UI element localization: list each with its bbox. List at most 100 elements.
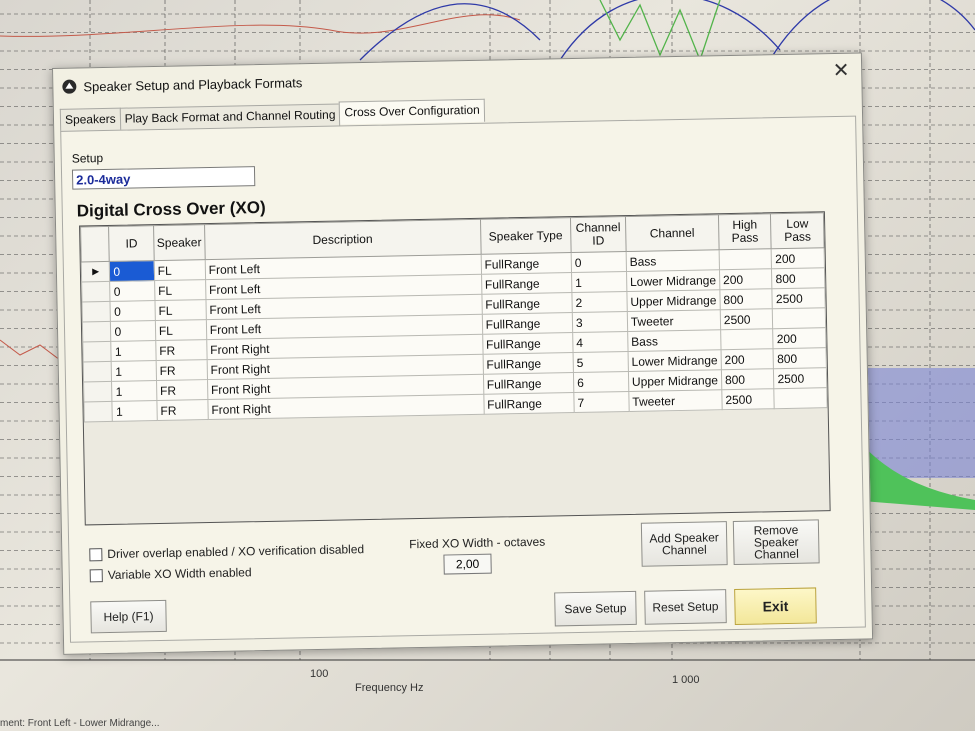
cell-channel-id[interactable]: 2	[571, 291, 628, 313]
cell-speaker-type[interactable]: FullRange	[480, 252, 572, 275]
setup-label: Setup	[71, 151, 104, 166]
cell-speaker[interactable]: FR	[156, 379, 208, 401]
cell-channel[interactable]: Upper Midrange	[626, 289, 721, 312]
cross-over-panel: Setup 2.0-4way Digital Cross Over (XO) I…	[60, 115, 866, 643]
cell-id[interactable]: 1	[111, 360, 157, 382]
cell-speaker-type[interactable]: FullRange	[483, 372, 574, 395]
cell-channel[interactable]: Lower Midrange	[626, 269, 720, 292]
row-header[interactable]	[83, 401, 113, 422]
cell-low-pass[interactable]	[774, 387, 828, 409]
cell-speaker-type[interactable]: FullRange	[483, 392, 575, 415]
cell-channel[interactable]: Upper Midrange	[628, 369, 722, 392]
cell-speaker[interactable]: FL	[154, 299, 207, 321]
cell-channel-id[interactable]: 6	[573, 371, 629, 393]
cell-id[interactable]: 1	[112, 380, 157, 402]
cell-id[interactable]: 0	[109, 260, 155, 282]
row-header[interactable]	[81, 281, 111, 302]
cell-description[interactable]: Front Right	[207, 394, 484, 420]
cell-low-pass[interactable]: 2500	[773, 367, 827, 389]
help-button[interactable]: Help (F1)	[90, 599, 167, 634]
cell-low-pass[interactable]	[772, 307, 826, 329]
cell-channel[interactable]: Tweeter	[628, 389, 723, 412]
cell-channel-id[interactable]: 5	[573, 351, 629, 373]
col-header-channel[interactable]: Channel	[625, 214, 719, 252]
cell-speaker-type[interactable]: FullRange	[482, 332, 574, 355]
cell-high-pass[interactable]: 200	[720, 348, 774, 370]
overlap-checkbox-label: Driver overlap enabled / XO verification…	[107, 542, 365, 562]
cell-speaker[interactable]: FL	[155, 319, 207, 341]
tab-speakers[interactable]: Speakers	[59, 107, 121, 132]
x-axis-label: Frequency Hz	[355, 682, 424, 694]
save-setup-button[interactable]: Save Setup	[554, 590, 637, 627]
cell-speaker-type[interactable]: FullRange	[481, 272, 572, 295]
cell-low-pass[interactable]: 200	[771, 247, 825, 269]
setup-field[interactable]: 2.0-4way	[71, 166, 256, 190]
cell-channel-id[interactable]: 1	[571, 271, 627, 293]
cell-high-pass[interactable]: 2500	[720, 308, 774, 330]
add-speaker-channel-button[interactable]: Add Speaker Channel	[640, 521, 728, 567]
overlap-checkbox-row[interactable]: Driver overlap enabled / XO verification…	[89, 542, 364, 561]
variable-xo-checkbox[interactable]	[89, 568, 103, 582]
current-row-indicator[interactable]: ▶	[81, 261, 111, 282]
section-title: Digital Cross Over (XO)	[76, 197, 266, 221]
row-header[interactable]	[82, 341, 112, 362]
row-header[interactable]	[83, 381, 113, 402]
close-icon[interactable]: ✕	[829, 58, 853, 83]
row-header[interactable]	[83, 361, 113, 382]
cell-id[interactable]: 0	[110, 280, 155, 302]
cell-speaker[interactable]: FL	[154, 259, 206, 281]
col-header-low-pass[interactable]: Low Pass	[770, 212, 825, 249]
x-tick-100: 100	[310, 668, 329, 680]
row-header-corner	[80, 226, 110, 262]
cell-id[interactable]: 0	[110, 320, 156, 342]
col-header-high-pass[interactable]: High Pass	[718, 213, 772, 250]
dialog-title: Speaker Setup and Playback Formats	[83, 74, 303, 94]
app-logo-icon	[62, 79, 77, 94]
variable-xo-checkbox-row[interactable]: Variable XO Width enabled	[89, 565, 252, 582]
col-header-speaker[interactable]: Speaker	[153, 224, 205, 261]
row-header[interactable]	[81, 301, 111, 322]
cell-id[interactable]: 0	[110, 300, 156, 322]
x-tick-1000: 1 000	[672, 674, 700, 686]
cell-speaker-type[interactable]: FullRange	[481, 312, 573, 335]
cell-speaker[interactable]: FR	[155, 359, 208, 381]
cell-speaker[interactable]: FL	[154, 279, 206, 301]
reset-setup-button[interactable]: Reset Setup	[644, 589, 727, 625]
cell-high-pass[interactable]: 800	[721, 368, 775, 390]
cell-channel-id[interactable]: 7	[573, 391, 630, 413]
cell-high-pass[interactable]: 800	[719, 288, 773, 310]
col-header-description[interactable]: Description	[204, 219, 481, 260]
cell-high-pass[interactable]: 200	[719, 268, 773, 290]
cell-id[interactable]: 1	[112, 400, 158, 422]
cell-channel-id[interactable]: 3	[572, 311, 628, 333]
crossover-table: ID Speaker Description Speaker Type Chan…	[79, 211, 831, 526]
remove-speaker-channel-button[interactable]: Remove Speaker Channel	[732, 519, 820, 566]
row-header[interactable]	[82, 321, 112, 342]
overlap-checkbox[interactable]	[89, 547, 103, 561]
cell-channel-id[interactable]: 4	[572, 331, 628, 353]
exit-button[interactable]: Exit	[734, 587, 817, 625]
cell-low-pass[interactable]: 200	[773, 327, 827, 349]
cell-channel[interactable]: Tweeter	[627, 309, 721, 332]
cell-low-pass[interactable]: 800	[773, 347, 827, 369]
tab-cross-over-configuration[interactable]: Cross Over Configuration	[339, 98, 485, 125]
speaker-setup-dialog: Speaker Setup and Playback Formats ✕ Spe…	[52, 52, 874, 655]
cell-speaker-type[interactable]: FullRange	[482, 352, 574, 375]
cell-low-pass[interactable]: 2500	[772, 287, 826, 309]
cell-high-pass[interactable]	[720, 328, 774, 350]
xo-width-field[interactable]: 2,00	[443, 553, 492, 575]
cell-high-pass[interactable]	[718, 248, 772, 270]
cell-low-pass[interactable]: 800	[771, 267, 825, 289]
cell-channel[interactable]: Bass	[625, 249, 720, 272]
cell-id[interactable]: 1	[111, 340, 156, 362]
cell-speaker[interactable]: FR	[156, 399, 209, 421]
cell-channel[interactable]: Lower Midrange	[627, 349, 722, 372]
cell-speaker[interactable]: FR	[155, 339, 207, 361]
cell-channel[interactable]: Bass	[627, 329, 721, 352]
cell-speaker-type[interactable]: FullRange	[481, 292, 573, 315]
col-header-speaker-type[interactable]: Speaker Type	[480, 217, 572, 255]
cell-high-pass[interactable]: 2500	[721, 388, 775, 410]
col-header-channel-id[interactable]: Channel ID	[570, 216, 626, 253]
cell-channel-id[interactable]: 0	[571, 251, 627, 273]
col-header-id[interactable]: ID	[109, 225, 155, 262]
